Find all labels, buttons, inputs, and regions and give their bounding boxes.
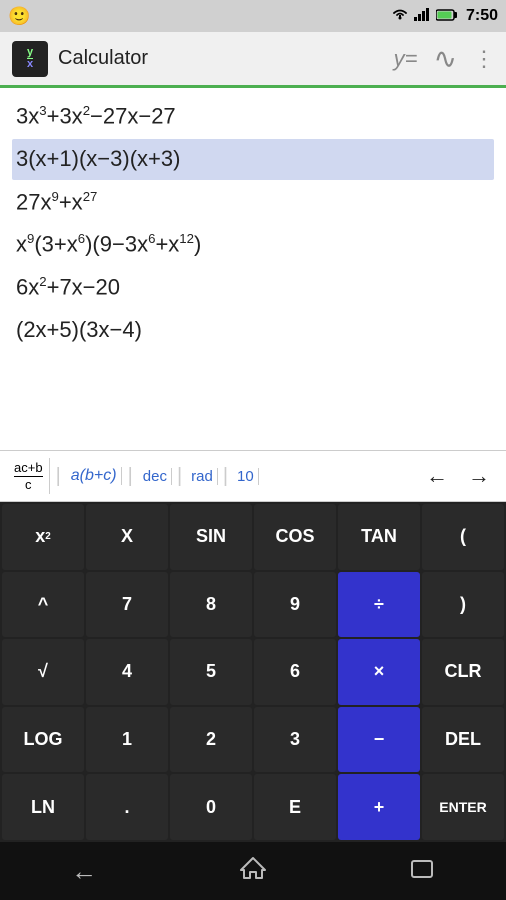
expand-button[interactable]: a(b+c) [67,467,122,485]
key-1[interactable]: 1 [86,707,168,773]
app-bar: y x Calculator y= ∿ ⋮ [0,32,506,88]
key-6[interactable]: 6 [254,639,336,705]
expr-row: (2x+5)(3x−4) [12,310,494,351]
rad-button[interactable]: rad [187,468,218,485]
key-open-paren[interactable]: ( [422,504,504,570]
key-8[interactable]: 8 [170,572,252,638]
expr-row: x9(3+x6)(9−3x6+x12) [12,224,494,265]
key-9[interactable]: 9 [254,572,336,638]
key-minus[interactable]: − [338,707,420,773]
key-sqrt[interactable]: √ [2,639,84,705]
back-arrow-button[interactable]: ← [418,463,456,489]
status-right-icons: 7:50 [390,7,498,26]
key-2[interactable]: 2 [170,707,252,773]
key-close-paren[interactable]: ) [422,572,504,638]
toolbar-right: y= ∿ ⋮ [394,42,494,75]
fwd-arrow-button[interactable]: → [460,463,498,489]
nav-recent-button[interactable] [389,848,455,895]
display-area: 3x3+3x2−27x−27 3(x+1)(x−3)(x+3) 27x9+x27… [0,88,506,450]
key-5[interactable]: 5 [170,639,252,705]
dec-button[interactable]: dec [139,468,172,485]
key-x[interactable]: X [86,504,168,570]
frac-denominator: c [25,477,32,492]
y-equals-button[interactable]: y= [394,46,418,72]
more-options-button[interactable]: ⋮ [473,46,494,72]
calc-toolbar: ac+b c | a(b+c) | dec | rad | 10 ← → [0,450,506,502]
key-0[interactable]: 0 [170,774,252,840]
nav-home-button[interactable] [219,848,287,894]
key-7[interactable]: 7 [86,572,168,638]
expr-row[interactable]: 3(x+1)(x−3)(x+3) [12,139,494,180]
key-plus[interactable]: + [338,774,420,840]
nav-back-button[interactable]: ← [51,848,117,895]
frac-numerator: ac+b [14,460,43,477]
key-multiply[interactable]: × [338,639,420,705]
notification-icon: 🙂 [8,6,30,27]
status-time: 7:50 [466,7,498,25]
key-e[interactable]: E [254,774,336,840]
expr-row: 3x3+3x2−27x−27 [12,96,494,137]
nav-bar: ← [0,842,506,900]
key-4[interactable]: 4 [86,639,168,705]
battery-icon [436,8,458,25]
key-del[interactable]: DEL [422,707,504,773]
status-left-icons: 🙂 [8,6,30,27]
key-caret[interactable]: ^ [2,572,84,638]
app-icon-label: y x [27,47,33,70]
key-divide[interactable]: ÷ [338,572,420,638]
key-ln[interactable]: LN [2,774,84,840]
app-title: Calculator [58,47,394,70]
expr-row: 6x2+7x−20 [12,267,494,308]
calculator-keypad: x2 X SIN COS TAN ( ^ 7 8 9 ÷ ) √ 4 5 6 ×… [0,502,506,842]
app-icon: y x [12,41,48,77]
key-x-squared[interactable]: x2 [2,504,84,570]
key-enter[interactable]: ENTER [422,774,504,840]
key-3[interactable]: 3 [254,707,336,773]
key-sin[interactable]: SIN [170,504,252,570]
status-bar: 🙂 7:50 [0,0,506,32]
fraction-button[interactable]: ac+b c [8,458,50,494]
wave-button[interactable]: ∿ [434,42,457,75]
key-log[interactable]: LOG [2,707,84,773]
key-tan[interactable]: TAN [338,504,420,570]
key-clr[interactable]: CLR [422,639,504,705]
expr-row: 27x9+x27 [12,182,494,223]
key-cos[interactable]: COS [254,504,336,570]
wifi-icon [390,7,410,26]
num-button[interactable]: 10 [233,468,259,485]
key-dot[interactable]: . [86,774,168,840]
signal-icon [414,7,432,26]
